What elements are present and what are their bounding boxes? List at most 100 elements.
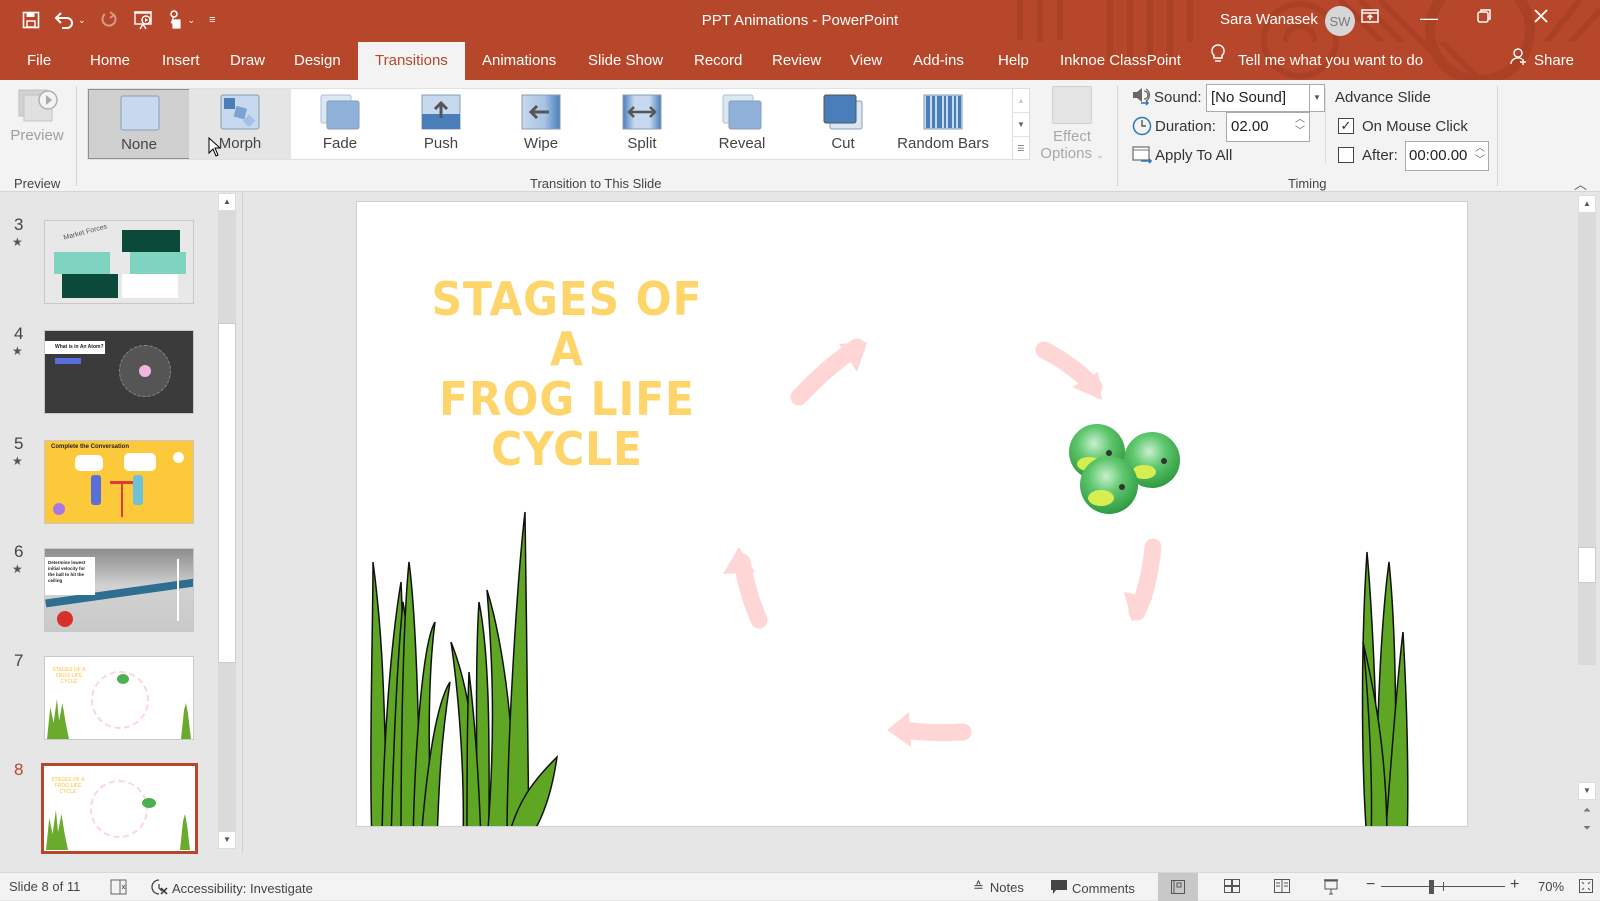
transition-split-label: Split — [627, 135, 657, 152]
push-transition-icon — [421, 94, 461, 130]
tab-slide-show[interactable]: Slide Show — [586, 42, 665, 80]
ribbon-display-options-icon[interactable] — [1355, 8, 1385, 29]
slide-scroll-down[interactable]: ▼ — [1578, 782, 1596, 800]
slide-thumbnail-8[interactable]: STAGES OF A FROG LIFE CYCLE — [41, 763, 198, 854]
ribbon-tabs: File Home Insert Draw Design Transitions… — [0, 42, 1600, 80]
user-name[interactable]: Sara Wanasek — [1220, 11, 1318, 28]
transition-reveal[interactable]: Reveal — [691, 89, 793, 159]
arrowhead-bottom — [887, 712, 911, 747]
transition-random-bars[interactable]: Random Bars — [892, 89, 994, 159]
user-avatar[interactable]: SW — [1325, 6, 1355, 36]
gallery-scroll-down[interactable]: ▼ — [1013, 113, 1029, 137]
sound-dropdown[interactable]: [No Sound] — [1206, 84, 1310, 112]
normal-view-button[interactable] — [1158, 873, 1198, 901]
slide-scrollbar[interactable]: ▲ ▼ ⏶ ⏷ — [1578, 195, 1596, 855]
slide-thumbnail-4[interactable]: What is in An Atom? — [44, 330, 194, 414]
title-bar: ⌄ ⌄ ≡ PPT Animations - PowerPoint Sara W… — [0, 0, 1600, 42]
slide-thumbnail-5[interactable]: Complete the Conversation — [44, 440, 194, 524]
thumbnail-caption: What is in An Atom? — [45, 341, 105, 354]
transition-cut[interactable]: Cut — [792, 89, 894, 159]
tab-design[interactable]: Design — [292, 42, 343, 80]
transition-wipe-label: Wipe — [523, 135, 559, 152]
tab-help[interactable]: Help — [996, 42, 1031, 80]
zoom-slider-center-mark — [1443, 882, 1444, 891]
close-icon[interactable] — [1526, 8, 1556, 29]
slide-scroll-thumb[interactable] — [1578, 547, 1596, 583]
transition-fade[interactable]: Fade — [289, 89, 391, 159]
advance-slide-label: Advance Slide — [1335, 89, 1431, 106]
on-mouse-click-checkbox[interactable]: ✓ — [1338, 118, 1354, 134]
collapse-ribbon-icon[interactable]: ︿ — [1574, 174, 1587, 193]
zoom-slider-thumb[interactable] — [1428, 880, 1434, 894]
tab-home[interactable]: Home — [88, 42, 132, 80]
thumbnail-scroll-thumb[interactable] — [218, 323, 236, 663]
transition-none[interactable]: None — [88, 89, 190, 159]
zoom-out-button[interactable]: − — [1366, 876, 1375, 894]
thumbnail-scroll-down[interactable]: ▼ — [218, 831, 236, 849]
transition-split[interactable]: Split — [591, 89, 693, 159]
thumbnail-number: 8 — [14, 760, 24, 779]
transition-wipe[interactable]: Wipe — [490, 89, 592, 159]
next-slide-icon[interactable]: ⏷ — [1578, 823, 1596, 834]
zoom-level[interactable]: 70% — [1538, 879, 1564, 894]
after-time-spinner[interactable]: ︿ ﹀ — [1475, 143, 1485, 167]
after-time-input[interactable]: 00:00.00 ︿ ﹀ — [1405, 141, 1489, 171]
slide-thumbnail-3[interactable]: Market Forces — [44, 220, 194, 304]
grass-right[interactable] — [1361, 551, 1409, 827]
gallery-more[interactable]: ☰ — [1013, 137, 1029, 161]
reading-view-icon[interactable] — [1274, 879, 1290, 896]
slide-canvas[interactable]: STAGES OF A FROG LIFE CYCLE — [356, 201, 1468, 827]
preview-button[interactable]: Preview — [6, 86, 68, 156]
effect-options-button[interactable]: Effect Options ⌄ — [1040, 86, 1104, 166]
cycle-arrow-bottom[interactable] — [895, 721, 972, 742]
thumbnail-number: 3 — [14, 215, 24, 234]
preview-group-label: Preview — [14, 176, 61, 191]
duration-spinner[interactable]: ︿ ﹀ — [1295, 114, 1305, 138]
share-button[interactable]: Share — [1508, 42, 1576, 80]
restore-icon[interactable] — [1469, 8, 1499, 29]
tab-add-ins[interactable]: Add-ins — [911, 42, 966, 80]
grass-left[interactable] — [370, 511, 559, 827]
notes-label: Notes — [989, 879, 1024, 895]
gallery-scroll-up[interactable]: ▲ — [1013, 89, 1029, 113]
tab-file[interactable]: File — [25, 42, 53, 80]
after-checkbox[interactable] — [1338, 147, 1354, 163]
minimize-icon[interactable]: — — [1414, 8, 1444, 29]
thumbnail-scroll-up[interactable]: ▲ — [218, 193, 236, 211]
tab-inknoe-classpoint[interactable]: Inknoe ClassPoint — [1058, 42, 1183, 80]
notes-button[interactable]: ≙ Notes — [973, 879, 1024, 895]
spell-check-icon[interactable] — [110, 879, 128, 898]
fit-slide-to-window-icon[interactable] — [1579, 879, 1593, 896]
share-person-icon — [1510, 42, 1528, 80]
tell-me-search[interactable]: Tell me what you want to do — [1208, 42, 1425, 80]
transition-push[interactable]: Push — [390, 89, 492, 159]
duration-input[interactable]: 02.00 ︿ ﹀ — [1226, 112, 1310, 142]
slide-thumbnail-7[interactable]: STAGES OF A FROG LIFE CYCLE — [44, 656, 194, 740]
sound-dropdown-arrow[interactable]: ▼ — [1309, 84, 1325, 112]
slide-thumbnail-6[interactable]: Determine lowest initial velocity for th… — [44, 548, 194, 632]
thumbnail-scrollbar[interactable]: ▲ ▼ — [218, 193, 236, 849]
effect-options-icon — [1052, 86, 1092, 124]
apply-to-all-button[interactable]: Apply To All — [1155, 147, 1232, 164]
tab-view[interactable]: View — [848, 42, 884, 80]
transition-morph[interactable]: Morph — [189, 89, 291, 159]
animation-star-icon: ★ — [12, 235, 23, 249]
slide-scroll-up[interactable]: ▲ — [1578, 195, 1596, 213]
comments-button[interactable]: Comments — [1050, 879, 1135, 898]
accessibility-checker[interactable]: Accessibility: Investigate — [150, 879, 313, 898]
ribbon: Preview Preview None Morph Fade Push Wip… — [0, 80, 1600, 192]
tab-record[interactable]: Record — [692, 42, 744, 80]
tab-insert[interactable]: Insert — [160, 42, 202, 80]
slide-sorter-view-icon[interactable] — [1224, 879, 1240, 896]
tab-review[interactable]: Review — [770, 42, 823, 80]
tab-transitions[interactable]: Transitions — [358, 42, 465, 80]
slide-show-view-icon[interactable] — [1323, 879, 1339, 898]
tab-draw[interactable]: Draw — [228, 42, 267, 80]
zoom-in-button[interactable]: + — [1510, 876, 1519, 894]
tab-animations[interactable]: Animations — [480, 42, 558, 80]
frog-eggs[interactable] — [1069, 424, 1180, 514]
apply-to-all-icon — [1132, 145, 1154, 170]
timing-divider — [1325, 88, 1326, 164]
previous-slide-icon[interactable]: ⏶ — [1578, 805, 1596, 816]
mouse-cursor-icon — [208, 137, 222, 157]
